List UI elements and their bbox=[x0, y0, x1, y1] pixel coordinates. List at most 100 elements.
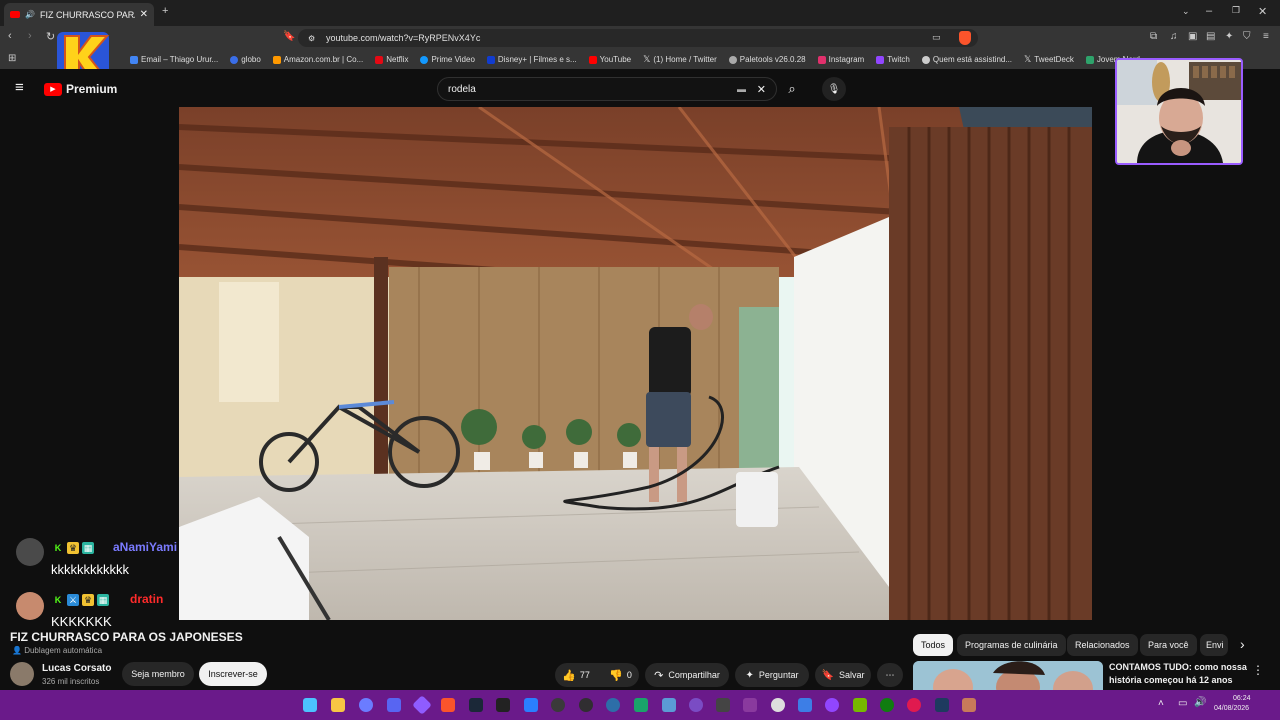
app-icon[interactable] bbox=[606, 698, 620, 712]
app-icon[interactable] bbox=[689, 698, 703, 712]
chip-programas[interactable]: Programas de culinária bbox=[957, 634, 1066, 656]
bookmark-item-4[interactable]: Prime Video bbox=[420, 55, 475, 64]
nvidia-icon[interactable] bbox=[853, 698, 867, 712]
app-icon[interactable] bbox=[935, 698, 949, 712]
bookmark-icon[interactable]: 🔖 bbox=[283, 31, 295, 42]
bookmark-item-1[interactable]: globo bbox=[230, 55, 261, 64]
app-icon[interactable] bbox=[907, 698, 921, 712]
tray-chevron-icon[interactable]: ˄ bbox=[1158, 698, 1164, 709]
bookmark-item-7[interactable]: 𝕏 (1) Home / Twitter bbox=[643, 54, 717, 65]
forward-icon[interactable]: › bbox=[28, 30, 32, 42]
search-button[interactable]: ⌕ bbox=[775, 77, 809, 101]
app-icon[interactable] bbox=[662, 698, 676, 712]
sidebar-icon[interactable]: ▣ bbox=[1188, 31, 1197, 42]
app-icon[interactable] bbox=[771, 698, 785, 712]
bookmark-item-11[interactable]: Quem está assistind... bbox=[921, 55, 1012, 64]
share-button[interactable]: ↷ Compartilhar bbox=[645, 663, 729, 687]
cast-icon[interactable]: ▭ bbox=[932, 32, 941, 43]
ai-icon[interactable]: ✦ bbox=[1225, 31, 1233, 42]
new-tab-icon[interactable]: + bbox=[162, 5, 168, 17]
url-field[interactable]: ⚙ youtube.com/watch?v=RyRPENvX4Yc bbox=[298, 29, 978, 47]
like-dislike-group: 👍 77 👎 0 bbox=[555, 663, 639, 687]
app-icon[interactable] bbox=[880, 698, 894, 712]
chips-next-icon[interactable]: › bbox=[1240, 636, 1245, 652]
app-icon[interactable] bbox=[825, 698, 839, 712]
brave-icon[interactable] bbox=[441, 698, 455, 712]
recommended-title-line1[interactable]: CONTAMOS TUDO: como nossa bbox=[1109, 662, 1247, 672]
terminal-icon[interactable] bbox=[496, 698, 510, 712]
app-icon[interactable] bbox=[634, 698, 648, 712]
voice-search-button[interactable]: 🎙 bbox=[822, 77, 846, 101]
minimize-icon[interactable]: – bbox=[1206, 5, 1212, 17]
keyboard-icon[interactable]: ▬ bbox=[737, 84, 746, 94]
bookmark-item-8[interactable]: Paletools v26.0.28 bbox=[728, 55, 806, 64]
brave-shield-icon[interactable] bbox=[959, 31, 971, 45]
app-icon[interactable] bbox=[412, 695, 432, 715]
file-explorer-icon[interactable] bbox=[331, 698, 345, 712]
more-actions-button[interactable]: ⋯ bbox=[877, 663, 903, 687]
apps-grid-icon[interactable]: ⊞ bbox=[8, 53, 16, 64]
site-info-icon[interactable]: ⚙ bbox=[308, 34, 315, 43]
close-window-icon[interactable]: ✕ bbox=[1258, 5, 1267, 18]
menu-icon[interactable]: ≡ bbox=[1263, 31, 1269, 42]
chip-todos[interactable]: Todos bbox=[913, 634, 954, 656]
windows-start-icon[interactable] bbox=[303, 698, 317, 712]
save-button[interactable]: 🔖 Salvar bbox=[815, 663, 871, 687]
bookmark-item-3[interactable]: Netflix bbox=[375, 55, 408, 64]
clear-search-icon[interactable]: ✕ bbox=[757, 83, 766, 96]
app-icon[interactable] bbox=[798, 698, 812, 712]
bookmark-item-2[interactable]: Amazon.com.br | Co... bbox=[272, 55, 363, 64]
bookmark-item-9[interactable]: Instagram bbox=[817, 55, 864, 64]
discord-icon[interactable] bbox=[387, 698, 401, 712]
paletools-icon bbox=[728, 55, 737, 64]
extension-icon[interactable]: ⧉ bbox=[1150, 31, 1157, 42]
browser-tab[interactable]: 🔊 FIZ CHURRASCO PARA OS JA ✕ bbox=[4, 3, 154, 26]
guide-menu-icon[interactable]: ≡ bbox=[15, 79, 24, 96]
ask-button[interactable]: ✦ Perguntar bbox=[735, 663, 809, 687]
app-icon[interactable] bbox=[743, 698, 757, 712]
video-player[interactable] bbox=[179, 107, 1092, 620]
wallet-icon[interactable]: ▤ bbox=[1206, 31, 1215, 42]
chip-enviados[interactable]: Envi bbox=[1200, 634, 1228, 656]
bookmark-item-10[interactable]: Twitch bbox=[876, 55, 910, 64]
chip-para-voce[interactable]: Para você bbox=[1140, 634, 1197, 656]
youtube-icon bbox=[588, 55, 597, 64]
more-icon: ⋯ bbox=[885, 669, 895, 680]
recommended-menu-icon[interactable]: ⋮ bbox=[1252, 663, 1264, 677]
join-button[interactable]: Seja membro bbox=[122, 662, 194, 686]
bookmark-item-5[interactable]: Disney+ | Filmes e s... bbox=[486, 55, 577, 64]
recommended-thumbnail[interactable] bbox=[913, 661, 1103, 690]
youtube-logo[interactable]: ▶ Premium bbox=[44, 82, 117, 96]
shield-icon[interactable]: ⛉ bbox=[1243, 31, 1251, 42]
browser-icon[interactable] bbox=[359, 698, 373, 712]
reload-icon[interactable]: ↻ bbox=[46, 30, 55, 43]
app-icon[interactable] bbox=[524, 698, 538, 712]
channel-name[interactable]: Lucas Corsato bbox=[42, 663, 111, 674]
tab-list-icon[interactable]: ⌄ bbox=[1182, 6, 1190, 17]
recommended-title-line2[interactable]: história começou há 12 anos bbox=[1109, 675, 1233, 685]
back-icon[interactable]: ‹ bbox=[8, 30, 12, 42]
app-icon[interactable] bbox=[962, 698, 976, 712]
like-button[interactable]: 👍 77 bbox=[562, 669, 590, 682]
clock-time[interactable]: 06:24 bbox=[1233, 695, 1251, 702]
network-icon[interactable]: ▭ bbox=[1178, 698, 1187, 709]
bookmark-item-6[interactable]: YouTube bbox=[588, 55, 631, 64]
music-icon[interactable]: ♫ bbox=[1170, 31, 1178, 42]
subscribe-button[interactable]: Inscrever-se bbox=[199, 662, 267, 686]
app-icon[interactable] bbox=[551, 698, 565, 712]
bookmark-item-12[interactable]: 𝕏 TweetDeck bbox=[1024, 54, 1074, 65]
clock-date[interactable]: 04/08/2026 bbox=[1214, 705, 1249, 712]
dislike-button[interactable]: 👎 0 bbox=[609, 669, 632, 682]
search-input[interactable]: rodela ▬ ✕ bbox=[437, 77, 777, 101]
steam-icon[interactable] bbox=[469, 698, 483, 712]
app-icon[interactable] bbox=[716, 698, 730, 712]
dub-icon: 👤 bbox=[12, 646, 22, 655]
bookmark-item-0[interactable]: Email – Thiago Urur... bbox=[130, 55, 218, 64]
amazon-icon bbox=[272, 55, 281, 64]
maximize-icon[interactable]: ❐ bbox=[1232, 5, 1240, 16]
volume-icon[interactable]: 🔊 bbox=[1194, 697, 1206, 708]
channel-avatar[interactable] bbox=[10, 662, 34, 686]
obs-icon[interactable] bbox=[579, 698, 593, 712]
chip-relacionados[interactable]: Relacionados bbox=[1067, 634, 1138, 656]
close-tab-icon[interactable]: ✕ bbox=[140, 9, 148, 20]
